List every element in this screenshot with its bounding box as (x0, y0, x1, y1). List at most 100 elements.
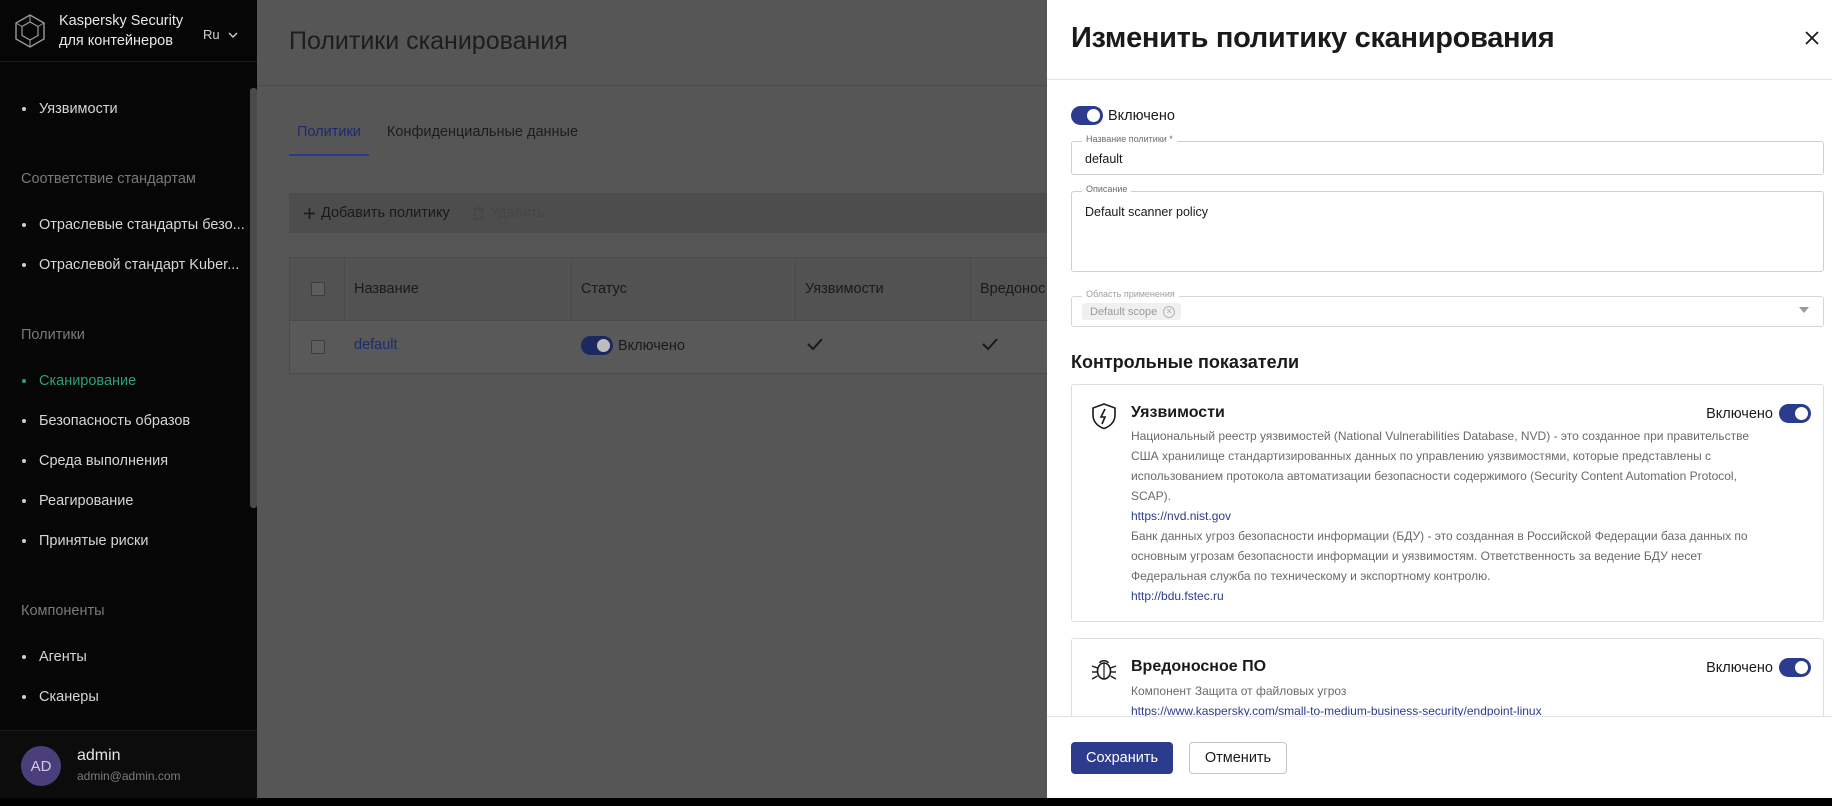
edit-policy-panel: Изменить политику сканирования Включено … (1047, 0, 1832, 798)
malware-description: Компонент Защита от файловых угроз (1131, 684, 1347, 698)
user-email: admin@admin.com (77, 769, 181, 783)
toggle-label: Включено (1706, 659, 1773, 676)
policy-name-link[interactable]: default (354, 337, 398, 353)
brand-name: Kaspersky Security для контейнеров (59, 11, 183, 51)
status-label: Включено (618, 337, 685, 354)
main-content: Политики сканирования Политики Конфиденц… (257, 0, 1069, 798)
select-all-checkbox[interactable] (311, 282, 325, 296)
sidebar-item-runtime[interactable]: Среда выполнения (22, 453, 168, 469)
description-field[interactable]: Описание Default scanner policy (1071, 184, 1824, 272)
column-header-status[interactable]: Статус (581, 281, 627, 297)
toolbar: Добавить политику Удалить (289, 193, 1069, 233)
page-title: Политики сканирования (289, 27, 568, 55)
sidebar-item-label: Агенты (39, 649, 87, 665)
sidebar-item-label: Безопасность образов (39, 413, 191, 429)
tab-policies[interactable]: Политики (289, 118, 369, 156)
card-description: Национальный реестр уязвимостей (Nationa… (1131, 426, 1751, 606)
sidebar-item-label: Среда выполнения (39, 453, 169, 469)
column-header-malware[interactable]: Вредонос (980, 281, 1045, 297)
close-icon[interactable] (1804, 30, 1820, 46)
sidebar-item-label: Сканирование (39, 373, 137, 389)
policy-name-value: default (1085, 152, 1123, 166)
bdu-link[interactable]: http://bdu.fstec.ru (1131, 586, 1751, 606)
vulnerabilities-toggle-row: Включено (1706, 404, 1811, 423)
caret-down-icon[interactable] (1799, 307, 1809, 313)
toggle-label: Включено (1706, 405, 1773, 422)
sidebar-section-components: Компоненты (21, 603, 105, 619)
panel-title: Изменить политику сканирования (1071, 22, 1555, 54)
language-select[interactable]: Ru (203, 27, 238, 42)
scope-field-label: Область применения (1082, 289, 1179, 299)
policy-name-field[interactable]: Название политики * default (1071, 134, 1824, 175)
bullet (22, 107, 26, 111)
table-row[interactable]: default Включено (290, 321, 1068, 374)
scope-chip: Default scope ✕ (1082, 303, 1182, 320)
nvd-description: Национальный реестр уязвимостей (Nationa… (1131, 429, 1750, 503)
bullet (22, 539, 26, 543)
check-icon (807, 338, 823, 351)
check-icon (982, 338, 998, 351)
delete-button[interactable]: Удалить (472, 205, 545, 221)
user-name: admin (77, 747, 121, 764)
sidebar-nav: Уязвимости Соответствие стандартам Отрас… (0, 62, 249, 730)
sidebar-item-label: Реагирование (39, 493, 134, 509)
sidebar-item-industry-standards[interactable]: Отраслевые стандарты безо... (22, 217, 245, 233)
column-divider (344, 258, 345, 321)
plus-icon (304, 207, 315, 219)
save-button[interactable]: Сохранить (1071, 742, 1173, 774)
sidebar-item-image-security[interactable]: Безопасность образов (22, 413, 190, 429)
chevron-down-icon (228, 32, 238, 38)
bullet (22, 223, 26, 227)
card-description: Компонент Защита от файловых угроз https… (1131, 681, 1751, 721)
screen: Kaspersky Security для контейнеров Ru Уя… (0, 0, 1832, 798)
brand-line-1: Kaspersky Security (59, 12, 184, 29)
scope-chip-label: Default scope (1090, 305, 1158, 318)
sidebar-item-accepted-risks[interactable]: Принятые риски (22, 533, 148, 549)
column-header-name[interactable]: Название (354, 281, 419, 297)
tabs: Политики Конфиденциальные данные (289, 118, 586, 156)
sidebar-item-vulnerabilities[interactable]: Уязвимости (22, 101, 118, 117)
bullet (22, 655, 26, 659)
sidebar-header: Kaspersky Security для контейнеров Ru (0, 0, 257, 62)
add-policy-button[interactable]: Добавить политику (303, 205, 450, 221)
panel-header: Изменить политику сканирования (1047, 0, 1832, 80)
policy-enabled-toggle[interactable] (1071, 106, 1103, 125)
panel-footer: Сохранить Отменить (1047, 716, 1832, 798)
sidebar-scrollbar[interactable] (250, 88, 257, 508)
column-divider (795, 258, 796, 321)
column-header-vulnerabilities[interactable]: Уязвимости (805, 281, 884, 297)
cancel-button[interactable]: Отменить (1189, 742, 1287, 774)
tab-sensitive-data[interactable]: Конфиденциальные данные (379, 118, 586, 156)
sidebar-item-kubernetes-standard[interactable]: Отраслевой стандарт Kuber... (22, 257, 239, 273)
table-header: Название Статус Уязвимости Вредонос (290, 258, 1068, 321)
sidebar-item-label: Отраслевой стандарт Kuber... (39, 257, 240, 273)
delete-label: Удалить (489, 205, 546, 221)
sidebar-item-agents[interactable]: Агенты (22, 649, 87, 665)
bdu-description: Банк данных угроз безопасности информаци… (1131, 529, 1748, 583)
column-divider (970, 258, 971, 321)
sidebar-item-scanners[interactable]: Сканеры (22, 689, 99, 705)
policy-enabled-row: Включено (1071, 106, 1175, 125)
sidebar-item-label: Сканеры (39, 689, 99, 705)
user-profile[interactable]: AD admin admin@admin.com (0, 730, 257, 798)
status-toggle[interactable] (581, 336, 613, 355)
card-title: Уязвимости (1131, 404, 1225, 421)
sidebar-item-label: Отраслевые стандарты безо... (39, 217, 245, 233)
scope-select[interactable]: Область применения Default scope ✕ (1071, 289, 1824, 327)
vulnerabilities-toggle[interactable] (1779, 404, 1811, 423)
sidebar-item-response[interactable]: Реагирование (22, 493, 133, 509)
sidebar: Kaspersky Security для контейнеров Ru Уя… (0, 0, 257, 798)
bullet (22, 263, 26, 267)
bullet (22, 459, 26, 463)
description-field-label: Описание (1082, 184, 1132, 194)
malware-toggle[interactable] (1779, 658, 1811, 677)
section-title: Контрольные показатели (1071, 352, 1300, 372)
kaspersky-logo-icon (15, 13, 45, 48)
language-label: Ru (203, 27, 220, 42)
chip-remove-icon[interactable]: ✕ (1163, 305, 1176, 318)
brand-line-2: для контейнеров (59, 32, 173, 49)
sidebar-item-scanning[interactable]: Сканирование (22, 373, 136, 389)
shield-bolt-icon (1092, 403, 1116, 430)
nvd-link[interactable]: https://nvd.nist.gov (1131, 506, 1751, 526)
row-checkbox[interactable] (311, 340, 325, 354)
